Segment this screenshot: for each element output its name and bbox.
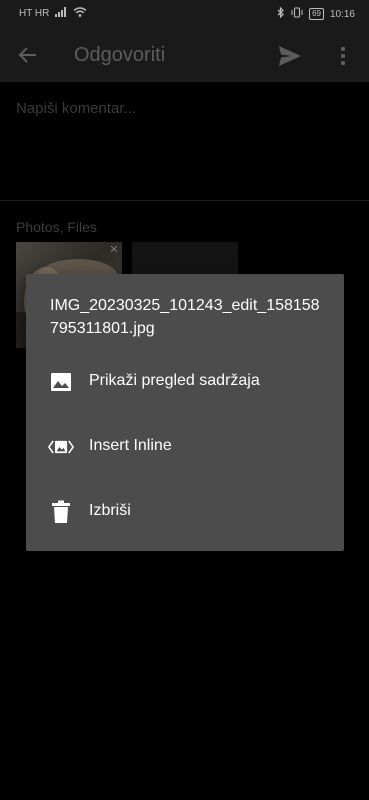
back-arrow-icon <box>18 47 36 63</box>
dot <box>341 61 345 65</box>
page-title: Odgovoriti <box>74 44 166 66</box>
dialog-title: IMG_20230325_101243_edit_158158795311801… <box>50 297 320 337</box>
comment-input[interactable]: Napiši komentar... <box>16 100 136 117</box>
menu-item-label: Izbriši <box>89 502 131 519</box>
back-button[interactable] <box>14 41 42 69</box>
carrier-label: HT HR <box>19 8 50 19</box>
bluetooth-icon <box>277 6 285 21</box>
status-bar: HT HR 69 10:16 <box>0 0 369 28</box>
dot <box>341 47 345 51</box>
app-bar: Odgovoriti <box>0 28 369 82</box>
clock: 10:16 <box>329 8 355 20</box>
dot <box>341 54 345 58</box>
wifi-icon <box>73 7 87 20</box>
menu-item-label: Insert Inline <box>89 437 172 454</box>
send-button[interactable] <box>276 42 304 70</box>
menu-item-insert-inline[interactable]: Insert Inline <box>26 422 344 472</box>
attachments-label: Photos, Files <box>16 219 97 235</box>
battery-icon: 69 <box>309 8 324 20</box>
signal-icon <box>55 7 67 20</box>
context-menu-dialog: IMG_20230325_101243_edit_158158795311801… <box>26 274 344 551</box>
vibrate-icon <box>291 7 303 21</box>
more-options-button[interactable] <box>334 42 352 70</box>
inline-image-icon <box>48 434 74 460</box>
remove-attachment-icon[interactable]: ✕ <box>108 244 120 256</box>
menu-item-show-preview[interactable]: Prikaži pregled sadržaja <box>26 357 344 407</box>
send-icon <box>279 46 301 66</box>
divider <box>0 200 369 201</box>
menu-item-delete[interactable]: Izbriši <box>26 487 344 537</box>
menu-item-label: Prikaži pregled sadržaja <box>89 372 260 389</box>
image-icon <box>48 369 74 395</box>
trash-icon <box>48 499 74 525</box>
